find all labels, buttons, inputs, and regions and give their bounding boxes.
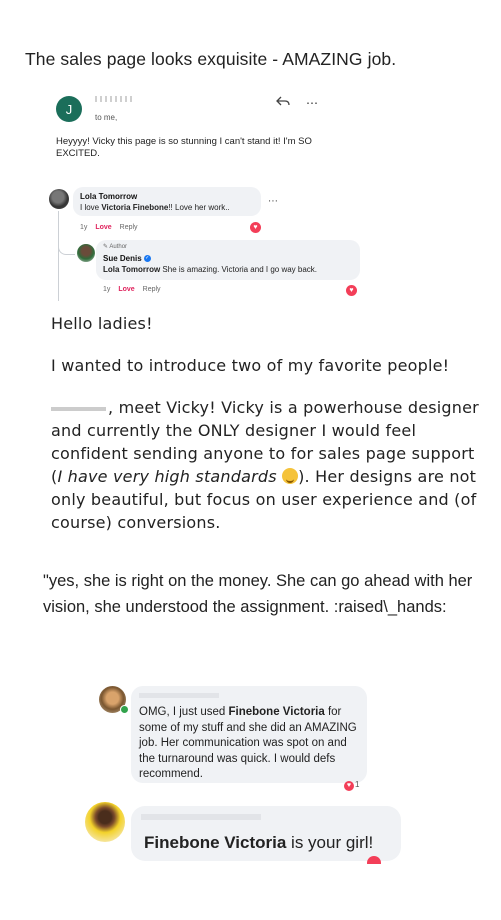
heart-reaction-icon[interactable] xyxy=(367,856,383,864)
redacted-name xyxy=(51,406,106,411)
avatar[interactable] xyxy=(49,189,69,209)
commenter-name[interactable]: Sue Denis ✓ xyxy=(103,254,151,263)
avatar[interactable] xyxy=(85,802,125,842)
verified-icon: ✓ xyxy=(143,255,151,263)
reply-button[interactable]: Reply xyxy=(143,286,161,293)
online-status-icon xyxy=(120,705,129,714)
thread-line xyxy=(58,211,59,301)
commenter-name-redacted xyxy=(141,814,261,820)
email-body: Heyyyy! Vicky this page is so stunning I… xyxy=(56,136,312,159)
author-badge: ✎ Author xyxy=(103,244,128,250)
reaction-count[interactable]: ♥ 1 xyxy=(344,780,359,791)
love-button[interactable]: Love xyxy=(95,224,111,231)
wink-emoji-icon xyxy=(282,468,299,484)
quote-text: "yes, she is right on the money. She can… xyxy=(43,572,473,616)
thread-branch xyxy=(58,232,75,255)
commenter-name[interactable]: Lola Tomorrow xyxy=(80,192,137,201)
testimonial-headline: The sales page looks exquisite - AMAZING… xyxy=(25,49,397,69)
reply-actions: 1y Love Reply xyxy=(103,286,161,293)
heart-icon: ♥ xyxy=(344,781,354,791)
reply-icon[interactable] xyxy=(276,95,290,107)
intro-paragraph: , meet Vicky! Vicky is a powerhouse desi… xyxy=(51,398,479,532)
reply-button[interactable]: Reply xyxy=(120,224,138,231)
comment-more-icon[interactable]: ⋯ xyxy=(268,196,279,207)
reply-text: Lola Tomorrow She is amazing. Victoria a… xyxy=(103,265,318,274)
introduction-text: Hello ladies! I wanted to introduce two … xyxy=(51,312,491,553)
commenter-name-redacted xyxy=(139,693,219,698)
avatar[interactable] xyxy=(77,244,95,262)
comment-time: 1y xyxy=(103,286,111,293)
heart-reaction-icon[interactable]: ♥ xyxy=(346,285,357,296)
comment-text: Finebone Victoria is your girl! xyxy=(144,833,374,852)
heart-reaction-icon[interactable]: ♥ xyxy=(250,222,261,233)
greeting: Hello ladies! xyxy=(51,314,153,333)
comment-text: OMG, I just used Finebone Victoria for s… xyxy=(139,706,357,780)
comment-time: 1y xyxy=(80,224,88,231)
love-button[interactable]: Love xyxy=(118,286,134,293)
recipient-label: to me, xyxy=(95,113,118,122)
sender-name-redacted xyxy=(95,96,135,102)
sender-avatar: J xyxy=(56,96,82,122)
more-options-icon[interactable]: ⋯ xyxy=(306,96,319,110)
intro-line: I wanted to introduce two of my favorite… xyxy=(51,356,450,375)
comment-text: I love Victoria Finebone!! Love her work… xyxy=(80,203,230,212)
comment-actions: 1y Love Reply xyxy=(80,224,138,231)
